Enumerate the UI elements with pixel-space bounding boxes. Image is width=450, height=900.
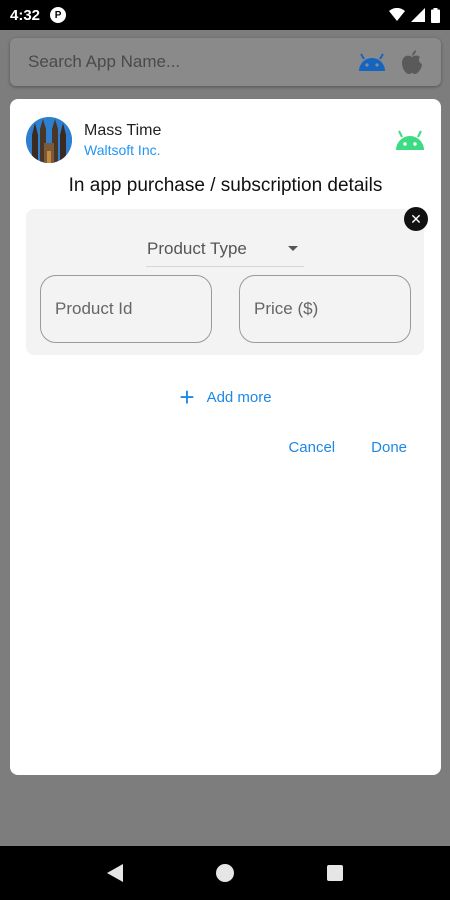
iap-dialog: Mass Time Waltsoft Inc. In app purchase … [10, 99, 441, 775]
status-icons [389, 7, 440, 23]
notification-icon: P [50, 7, 67, 23]
product-type-label: Product Type [147, 238, 247, 258]
product-id-field[interactable]: Product Id [40, 275, 212, 343]
back-icon[interactable] [106, 864, 123, 882]
product-type-dropdown[interactable]: Product Type [146, 231, 304, 267]
app-name: Mass Time [84, 122, 162, 139]
wifi-icon [389, 8, 405, 21]
platform-filter [357, 50, 423, 74]
cancel-button[interactable]: Cancel [288, 439, 335, 456]
dialog-actions: Cancel Done [288, 439, 407, 456]
search-input[interactable]: Search App Name... [28, 52, 180, 72]
home-icon[interactable] [215, 864, 234, 882]
cathedral-icon [26, 117, 72, 163]
done-button[interactable]: Done [371, 439, 407, 456]
chevron-down-icon [288, 246, 298, 251]
signal-icon [411, 8, 425, 22]
close-circle-icon[interactable]: ✕ [404, 207, 428, 231]
android-icon[interactable] [357, 53, 387, 71]
price-placeholder: Price ($) [254, 299, 319, 318]
add-more-label: Add more [206, 388, 272, 406]
status-time: 4:32 [10, 6, 41, 24]
product-id-placeholder: Product Id [55, 299, 133, 318]
product-entry-card: ✕ Product Type Product Id Price ($) [26, 207, 428, 355]
dialog-title: In app purchase / subscription details [68, 175, 383, 196]
battery-icon [431, 7, 440, 23]
app-header: Mass Time Waltsoft Inc. [26, 115, 426, 165]
android-icon [396, 130, 424, 150]
app-developer[interactable]: Waltsoft Inc. [84, 142, 161, 158]
add-more-button[interactable]: + Add more [10, 384, 441, 410]
recents-icon[interactable] [327, 865, 344, 881]
search-bar[interactable]: Search App Name... [10, 38, 441, 86]
plus-icon: + [179, 382, 195, 412]
status-bar: 4:32 P [0, 0, 450, 30]
navigation-bar [0, 846, 450, 900]
notification-glyph: P [54, 9, 62, 21]
app-meta: Mass Time Waltsoft Inc. [84, 122, 161, 158]
app-logo [26, 117, 72, 163]
apple-icon[interactable] [401, 50, 423, 74]
price-field[interactable]: Price ($) [239, 275, 411, 343]
